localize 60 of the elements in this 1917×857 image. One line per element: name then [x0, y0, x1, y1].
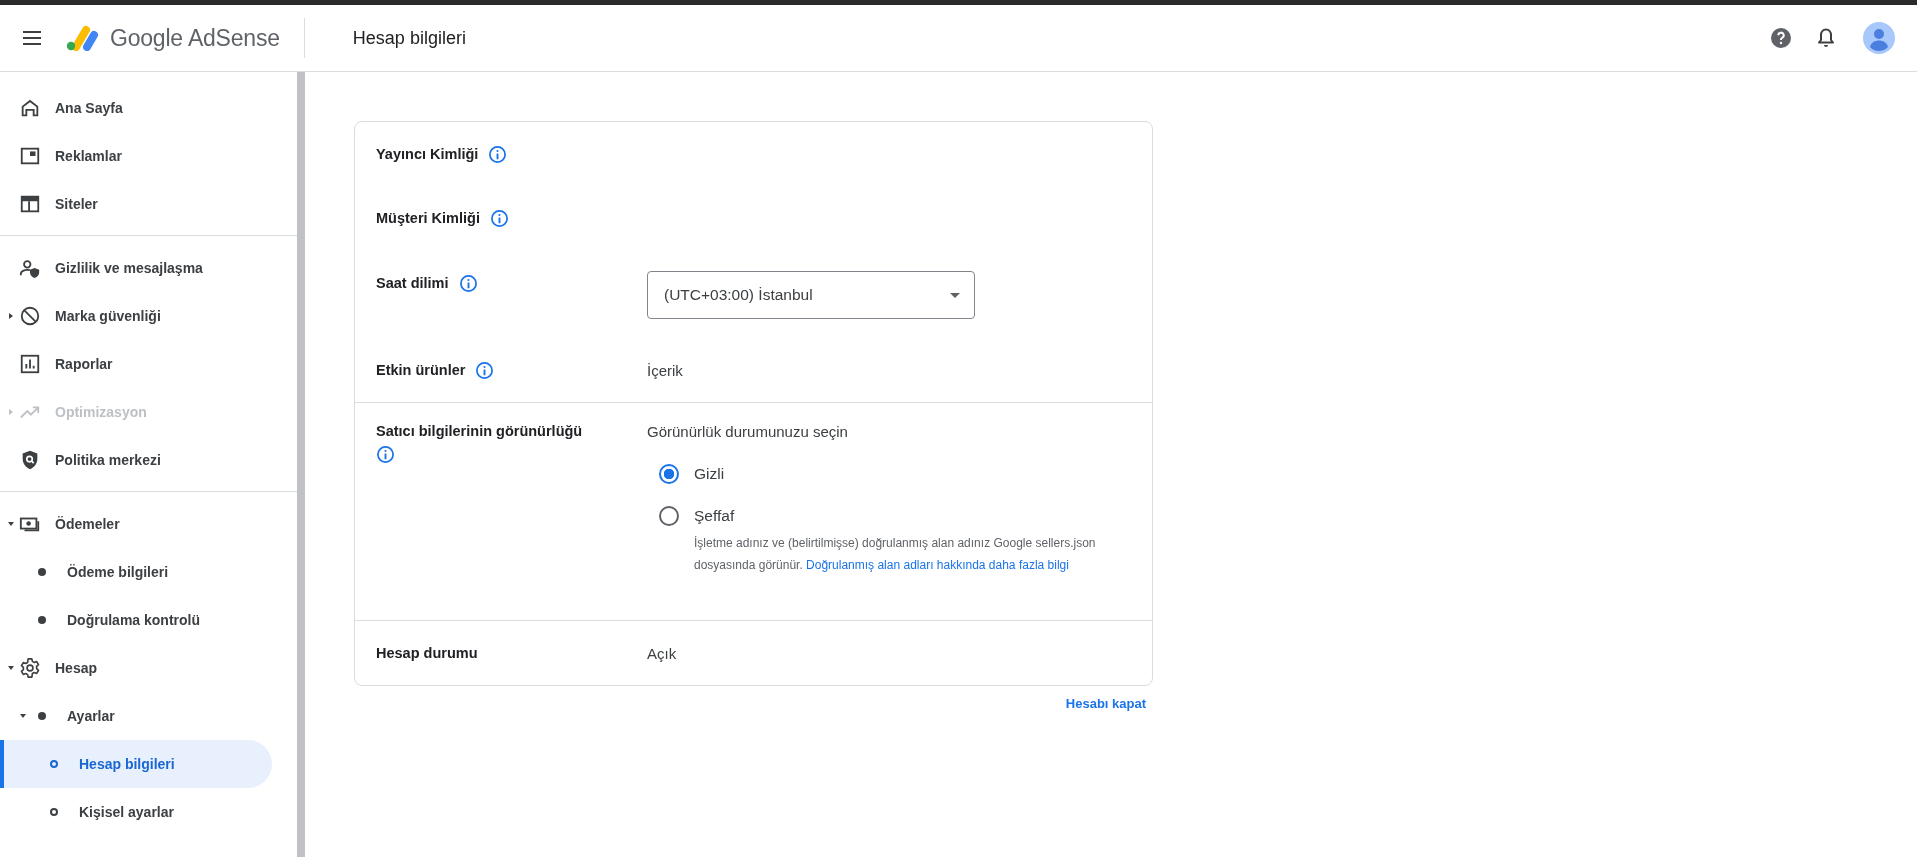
caret-icon	[8, 313, 14, 319]
help-icon[interactable]	[1769, 26, 1793, 50]
radio-button[interactable]	[659, 464, 679, 484]
info-icon[interactable]	[376, 445, 395, 464]
bullet-icon	[38, 712, 46, 720]
info-icon[interactable]	[475, 360, 495, 380]
ad-frame-icon	[19, 145, 41, 167]
nav-item[interactable]: Hesap bilgileri	[0, 740, 272, 788]
radio-label[interactable]: Gizli	[694, 462, 725, 486]
close-account-link[interactable]: Hesabı kapat	[1058, 692, 1153, 715]
nav-item[interactable]: Ana Sayfa	[0, 84, 272, 132]
logo-icon	[65, 25, 99, 51]
info-icon[interactable]	[489, 208, 509, 228]
nav-item[interactable]: Ayarlar	[0, 692, 272, 740]
field-label: Hesap durumu	[376, 645, 478, 661]
timezone-dropdown[interactable]: (UTC+03:00) İstanbul	[647, 271, 975, 319]
info-icon[interactable]	[488, 144, 508, 164]
field-label: Müşteri Kimliği	[376, 210, 480, 226]
option-description: İşletme adınız ve (belirtilmişse) doğrulanmış alan adınız Google sellers.json dosyasında görünür. Doğrulanmış alan adları hakkında daha fazla bilgi	[694, 535, 1097, 574]
caret-icon	[8, 521, 14, 527]
info-icon[interactable]	[458, 273, 478, 293]
dropdown-caret-icon	[950, 292, 960, 298]
bullet-icon	[50, 760, 58, 768]
radio-button[interactable]	[659, 506, 679, 526]
field-value: İçerik	[647, 361, 683, 379]
nav-item[interactable]: Reklamlar	[0, 132, 272, 180]
person-shield-icon	[19, 257, 41, 279]
nav-item[interactable]: Siteler	[0, 180, 272, 228]
nav-item[interactable]: Kişisel ayarlar	[0, 788, 272, 836]
radio-label[interactable]: Şeffaf	[694, 504, 1114, 528]
field-label: Satıcı bilgilerinin görünürlüğü	[376, 423, 583, 439]
nav-item[interactable]: Raporlar	[0, 340, 272, 388]
gear-icon	[19, 657, 41, 679]
home-icon	[19, 97, 41, 119]
product-name: Google AdSense	[110, 24, 280, 52]
field-label: Etkin ürünler	[376, 362, 466, 378]
nav-item[interactable]: Marka güvenliği	[0, 292, 272, 340]
caret-icon	[8, 409, 14, 415]
bullet-icon	[50, 808, 58, 816]
nav-item[interactable]: Politika merkezi	[0, 436, 272, 484]
caret-icon	[8, 665, 14, 671]
field-label: Saat dilimi	[376, 275, 449, 291]
window-icon	[19, 193, 41, 215]
nav-item[interactable]: Ödemeler	[0, 500, 272, 548]
bar-chart-icon	[19, 353, 41, 375]
bullet-icon	[38, 568, 46, 576]
field-value: Açık	[647, 644, 677, 662]
page-title: Hesap bilgileri	[352, 27, 466, 49]
caret-icon	[20, 713, 26, 719]
nav-item[interactable]: Gizlilik ve mesajlaşma	[0, 244, 272, 292]
nav-item[interactable]: Hesap	[0, 644, 272, 692]
block-icon	[19, 305, 41, 327]
nav-item[interactable]: Ödeme bilgileri	[0, 548, 272, 596]
radio-prompt: Görünürlük durumunuzu seçin	[647, 423, 849, 440]
avatar-icon[interactable]	[1863, 22, 1895, 54]
field-label: Yayıncı Kimliği	[376, 146, 479, 162]
nav-item[interactable]: Doğrulama kontrolü	[0, 596, 272, 644]
scrollbar[interactable]	[297, 72, 305, 857]
bullet-icon	[38, 616, 46, 624]
learn-more-link[interactable]: Doğrulanmış alan adları hakkında daha fazla bilgi	[806, 558, 1069, 572]
